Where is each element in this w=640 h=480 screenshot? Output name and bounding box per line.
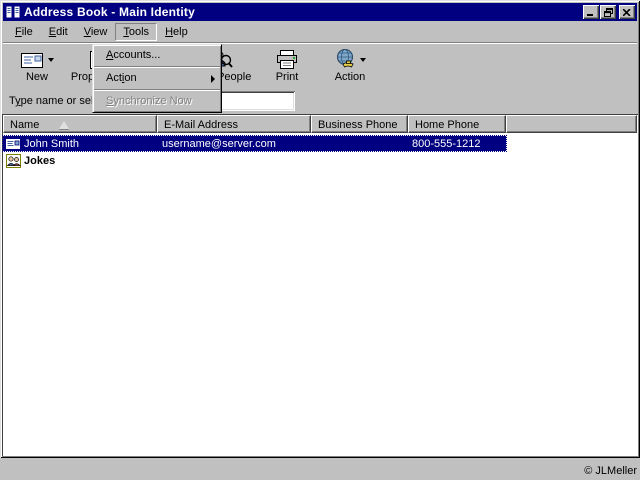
table-row[interactable]: Jokes <box>3 153 506 168</box>
menu-item-accounts[interactable]: Accounts... <box>93 45 221 66</box>
print-button-label: Print <box>259 71 315 83</box>
menu-item-action[interactable]: Action <box>93 68 221 89</box>
author-credit: © JLMeller <box>584 465 637 477</box>
desktop-background: Address Book - Main Identity File Edit V… <box>0 0 640 480</box>
minimize-button[interactable] <box>583 5 599 19</box>
column-header-home-phone[interactable]: Home Phone <box>408 115 506 133</box>
sort-ascending-icon <box>59 121 69 129</box>
action-globe-icon <box>334 48 358 70</box>
dropdown-arrow-icon <box>48 58 54 62</box>
new-button-label: New <box>9 71 65 83</box>
minimize-icon <box>587 9 595 16</box>
menu-help[interactable]: Help <box>157 23 196 41</box>
action-button[interactable]: Action <box>317 46 383 88</box>
menubar: File Edit View Tools Help <box>3 22 637 42</box>
menu-item-synchronize-now[interactable]: Synchronize Now <box>93 91 221 112</box>
dropdown-arrow-icon <box>360 58 366 62</box>
new-card-icon <box>20 50 46 70</box>
menu-file[interactable]: File <box>7 23 41 41</box>
column-header-name[interactable]: Name <box>3 115 157 133</box>
contact-card-icon <box>5 137 22 151</box>
column-header-email[interactable]: E-Mail Address <box>157 115 311 133</box>
tools-menu-popup: Accounts... Action Synchronize Now <box>92 44 222 113</box>
contact-list: Name E-Mail Address Business Phone Home … <box>2 114 638 456</box>
contact-home-phone: 800-555-1212 <box>408 138 506 150</box>
close-button[interactable] <box>619 5 635 19</box>
window-controls <box>583 5 635 19</box>
restore-button[interactable] <box>600 5 616 19</box>
new-button[interactable]: New <box>9 46 65 88</box>
list-body: John Smith username@server.com 800-555-1… <box>3 133 637 455</box>
close-icon <box>623 9 631 16</box>
menu-tools[interactable]: Tools <box>115 23 157 41</box>
address-book-icon <box>5 4 21 20</box>
menu-view[interactable]: View <box>76 23 116 41</box>
column-header-business-phone[interactable]: Business Phone <box>311 115 408 133</box>
table-row[interactable]: John Smith username@server.com 800-555-1… <box>3 136 506 151</box>
action-button-label: Action <box>317 71 383 83</box>
contact-name: John Smith <box>24 138 79 150</box>
list-header: Name E-Mail Address Business Phone Home … <box>3 115 637 133</box>
print-icon <box>275 49 299 70</box>
column-header-filler <box>506 115 637 133</box>
group-name: Jokes <box>24 155 55 167</box>
restore-icon <box>604 8 613 17</box>
titlebar[interactable]: Address Book - Main Identity <box>3 3 637 21</box>
menu-edit[interactable]: Edit <box>41 23 76 41</box>
submenu-arrow-icon <box>211 75 215 83</box>
window-title: Address Book - Main Identity <box>24 5 195 19</box>
group-icon <box>5 154 22 168</box>
contact-email: username@server.com <box>157 138 311 150</box>
print-button[interactable]: Print <box>259 46 315 88</box>
